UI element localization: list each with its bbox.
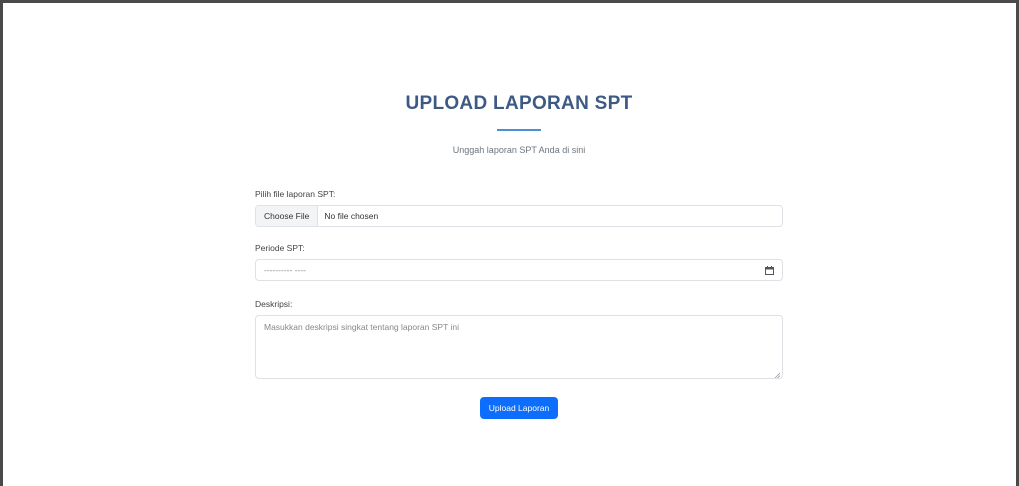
period-date-placeholder: ---------- ----	[264, 265, 306, 275]
file-field-label: Pilih file laporan SPT:	[255, 189, 336, 199]
title-underline	[497, 129, 541, 131]
file-field-group: Pilih file laporan SPT: Choose File No f…	[255, 189, 783, 227]
upload-form-container: UPLOAD LAPORAN SPT Unggah laporan SPT An…	[255, 93, 783, 419]
upload-laporan-button[interactable]: Upload Laporan	[479, 397, 559, 419]
submit-row: Upload Laporan	[255, 397, 783, 419]
period-field-label: Periode SPT:	[255, 243, 305, 253]
browser-viewport: UPLOAD LAPORAN SPT Unggah laporan SPT An…	[0, 0, 1019, 486]
description-field-label: Deskripsi:	[255, 299, 293, 309]
calendar-icon[interactable]	[765, 265, 774, 275]
description-placeholder: Masukkan deskripsi singkat tentang lapor…	[264, 322, 459, 332]
page-title: UPLOAD LAPORAN SPT	[405, 93, 633, 114]
description-textarea[interactable]: Masukkan deskripsi singkat tentang lapor…	[255, 315, 783, 379]
period-date-input[interactable]: ---------- ----	[255, 259, 783, 281]
resize-handle-icon[interactable]	[774, 370, 781, 379]
file-input[interactable]: Choose File No file chosen	[255, 205, 783, 227]
description-field-group: Deskripsi: Masukkan deskripsi singkat te…	[255, 299, 783, 379]
period-field-group: Periode SPT: ---------- ----	[255, 243, 783, 281]
choose-file-button[interactable]: Choose File	[256, 206, 319, 226]
page-subtitle: Unggah laporan SPT Anda di sini	[452, 145, 586, 155]
file-status-text: No file chosen	[324, 211, 379, 221]
